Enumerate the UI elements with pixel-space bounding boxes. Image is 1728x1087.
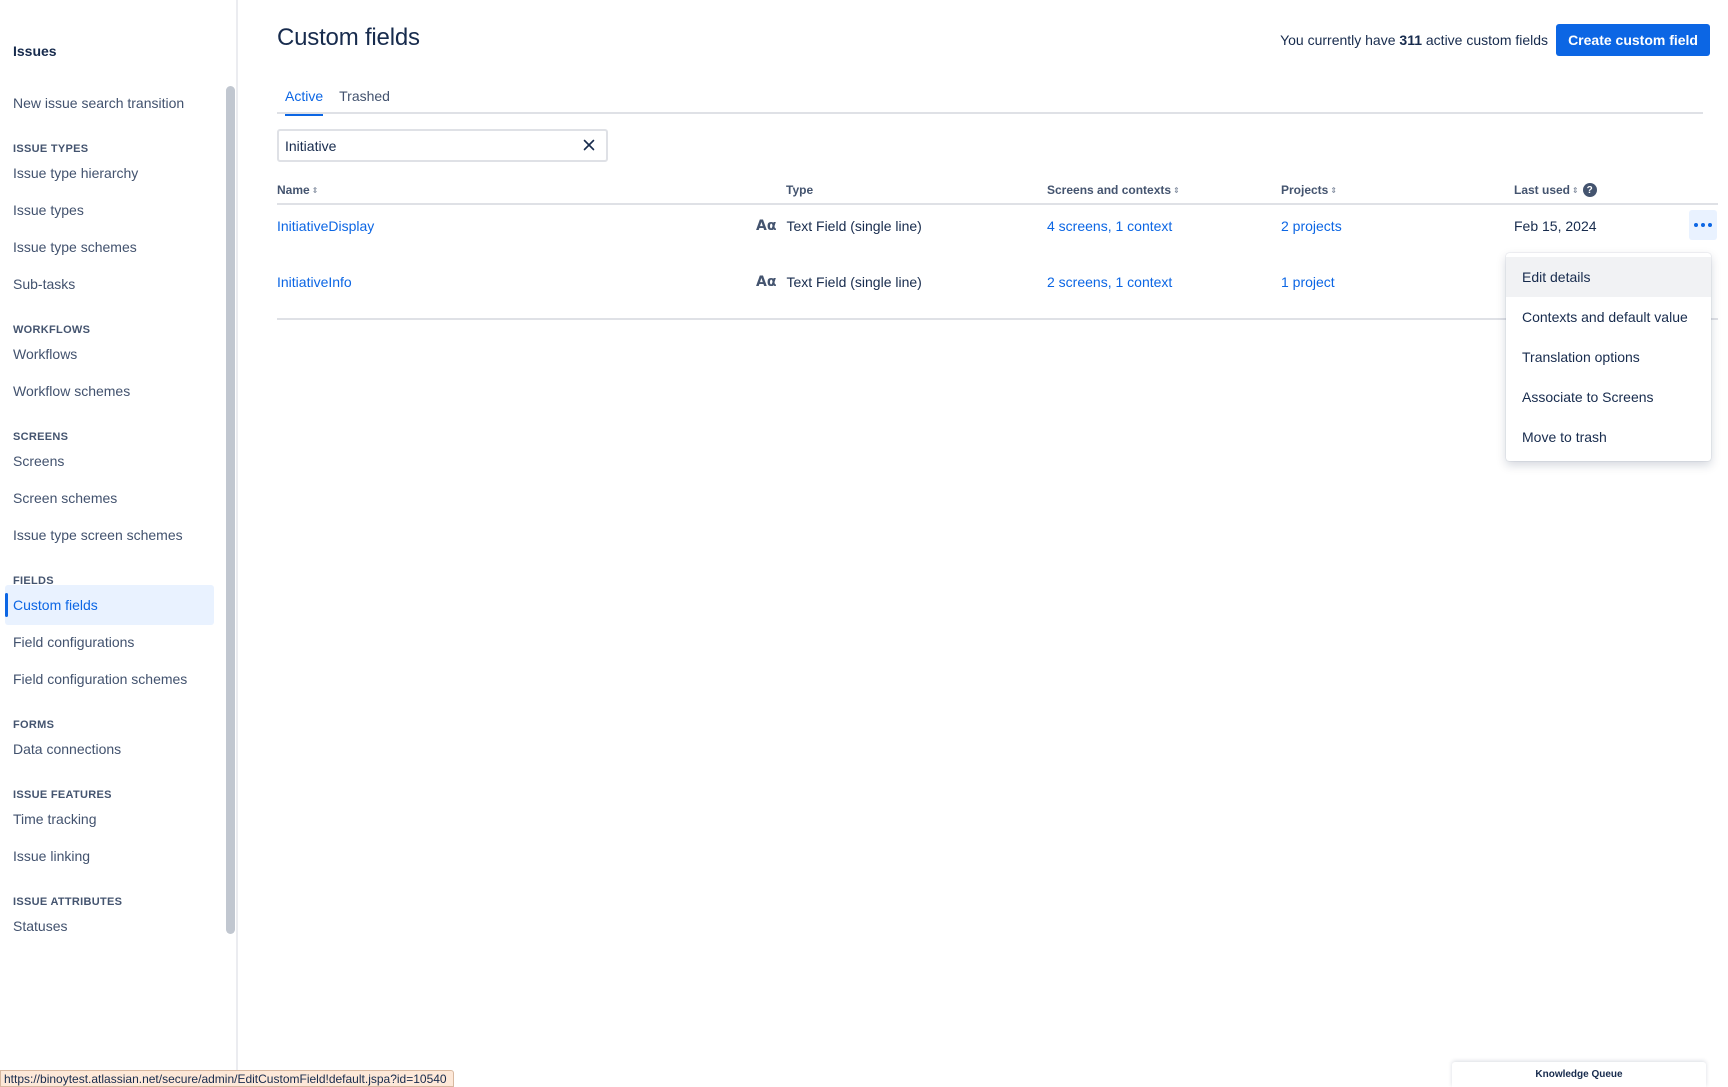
sidebar-item-sub-tasks[interactable]: Sub-tasks [5, 264, 214, 304]
more-dot-icon [1708, 223, 1712, 227]
sidebar-item-workflow-schemes[interactable]: Workflow schemes [5, 371, 214, 411]
sort-icon: ⇕ [1173, 185, 1180, 195]
column-label: Screens and contexts [1047, 183, 1172, 197]
sidebar-item-time-tracking[interactable]: Time tracking [5, 799, 214, 839]
page-title: Custom fields [277, 24, 420, 51]
sidebar: Issues New issue search transition ISSUE … [0, 0, 238, 1087]
column-header-name[interactable]: Name ⇕ [277, 183, 318, 197]
menu-item-edit-details[interactable]: Edit details [1506, 257, 1711, 297]
sort-icon: ⇕ [1330, 185, 1338, 195]
sidebar-item-issue-type-hierarchy[interactable]: Issue type hierarchy [5, 153, 214, 193]
screens-contexts-link[interactable]: 2 screens, 1 context [1047, 254, 1172, 310]
menu-item-translation-options[interactable]: Translation options [1506, 337, 1711, 377]
help-icon[interactable]: ? [1582, 183, 1597, 197]
sidebar-item-workflows[interactable]: Workflows [5, 334, 214, 374]
column-label: Last used [1514, 183, 1571, 197]
knowledge-queue-tab[interactable]: Knowledge Queue [1452, 1062, 1706, 1087]
menu-item-move-to-trash[interactable]: Move to trash [1506, 417, 1711, 457]
table-row: InitiativeDisplay Aα Text Field (single l… [277, 198, 1718, 254]
more-actions-button[interactable] [1689, 210, 1717, 240]
sidebar-item-field-configuration-schemes[interactable]: Field configuration schemes [5, 659, 214, 699]
table-divider [277, 318, 1718, 320]
table-row: InitiativeInfo Aα Text Field (single line… [277, 254, 1718, 310]
sidebar-item-field-configurations[interactable]: Field configurations [5, 622, 214, 662]
more-dot-icon [1694, 223, 1698, 227]
sidebar-scrollbar-thumb[interactable] [226, 86, 235, 934]
column-header-projects[interactable]: Projects ⇕ [1281, 183, 1337, 197]
search-input[interactable] [285, 137, 565, 154]
count-prefix: You currently have [1280, 32, 1396, 48]
count-suffix: active custom fields [1425, 32, 1549, 48]
field-name-link[interactable]: InitiativeInfo [277, 254, 352, 310]
sidebar-item-issue-type-schemes[interactable]: Issue type schemes [5, 227, 214, 267]
projects-link[interactable]: 2 projects [1281, 198, 1342, 254]
menu-item-contexts[interactable]: Contexts and default value [1506, 297, 1711, 337]
field-type: Aα Text Field (single line) [756, 198, 922, 254]
status-bar-url: https://binoytest.atlassian.net/secure/a… [0, 1070, 454, 1087]
screens-contexts-link[interactable]: 4 screens, 1 context [1047, 198, 1172, 254]
sort-icon: ⇕ [1572, 185, 1579, 195]
field-name-link[interactable]: InitiativeDisplay [277, 198, 374, 254]
menu-item-associate-screens[interactable]: Associate to Screens [1506, 377, 1711, 417]
column-label: Type [786, 183, 814, 197]
sidebar-item-statuses[interactable]: Statuses [5, 906, 214, 946]
field-type-label: Text Field (single line) [786, 218, 922, 234]
sidebar-item-issue-type-screen-schemes[interactable]: Issue type screen schemes [5, 515, 214, 555]
sidebar-item-data-connections[interactable]: Data connections [5, 729, 214, 769]
tab-bar: Active Trashed [277, 82, 1703, 116]
sidebar-item-new-issue-search-transition[interactable]: New issue search transition [5, 83, 214, 123]
column-header-last-used[interactable]: Last used ⇕? [1514, 183, 1597, 197]
column-label: Name [277, 183, 310, 197]
search-field [277, 129, 608, 162]
column-header-type: Type [786, 183, 813, 197]
projects-link[interactable]: 1 project [1281, 254, 1335, 310]
sidebar-item-issue-types[interactable]: Issue types [5, 190, 214, 230]
sidebar-item-screens[interactable]: Screens [5, 441, 214, 481]
count-value: 311 [1399, 32, 1422, 48]
more-dot-icon [1701, 223, 1705, 227]
sidebar-item-issue-linking[interactable]: Issue linking [5, 836, 214, 876]
sort-icon: ⇕ [311, 185, 319, 195]
field-type: Aα Text Field (single line) [756, 254, 922, 310]
header-actions: You currently have 311 active custom fie… [1280, 24, 1710, 56]
row-actions-menu: Edit details Contexts and default value … [1506, 253, 1711, 461]
active-field-count: You currently have 311 active custom fie… [1280, 32, 1548, 48]
text-field-icon: Aα [756, 218, 777, 234]
field-type-label: Text Field (single line) [786, 274, 922, 290]
text-field-icon: Aα [756, 274, 777, 290]
sidebar-title: Issues [13, 43, 57, 59]
last-used-date: Feb 15, 2024 [1514, 218, 1597, 234]
close-icon[interactable] [580, 136, 598, 154]
create-custom-field-button[interactable]: Create custom field [1556, 24, 1710, 56]
tab-active[interactable]: Active [277, 82, 331, 116]
sidebar-item-custom-fields[interactable]: Custom fields [5, 585, 214, 625]
sidebar-item-screen-schemes[interactable]: Screen schemes [5, 478, 214, 518]
column-header-screens[interactable]: Screens and contexts ⇕ [1047, 183, 1180, 197]
tab-trashed[interactable]: Trashed [331, 82, 398, 114]
column-label: Projects [1281, 183, 1329, 197]
